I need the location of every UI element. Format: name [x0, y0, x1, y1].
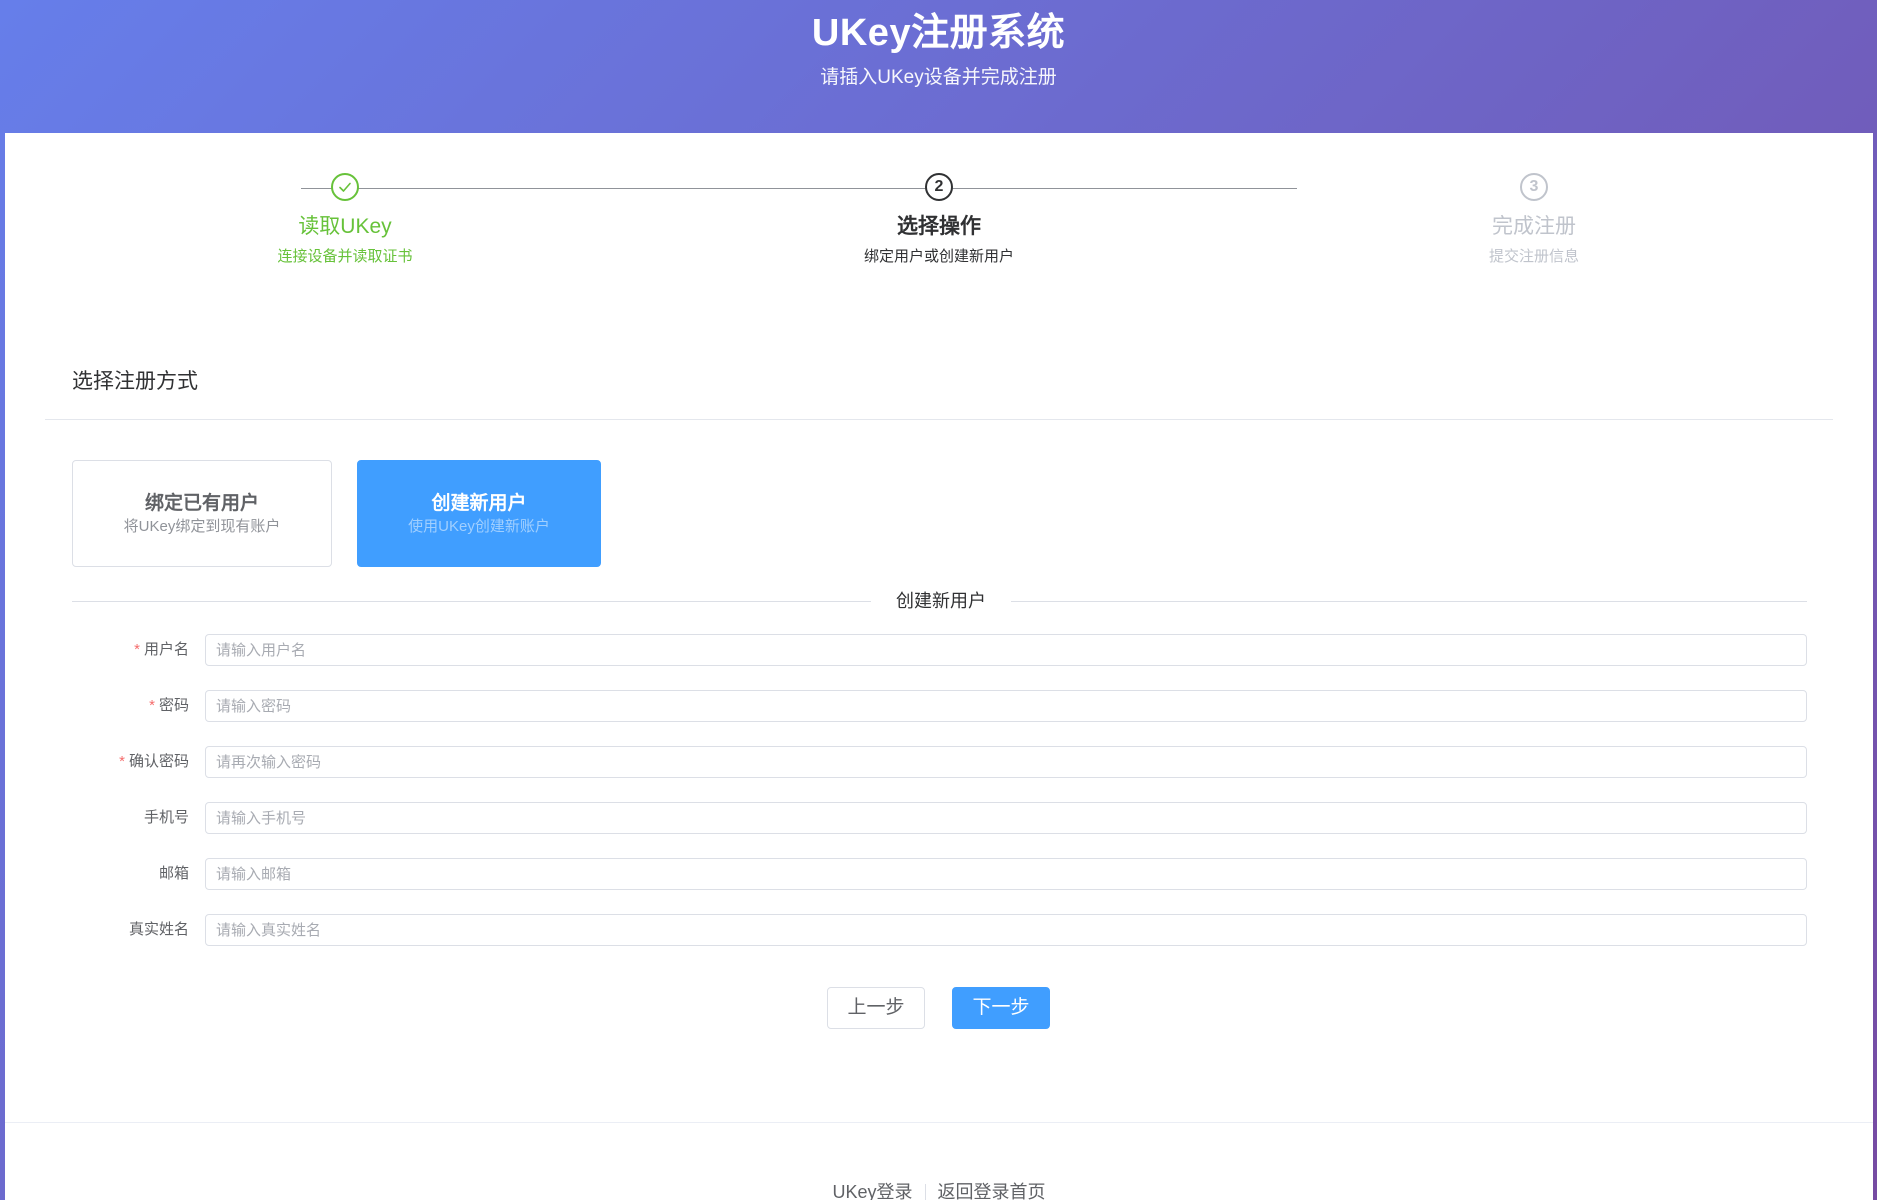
email-label: 邮箱: [158, 865, 189, 882]
section-divider: [45, 419, 1833, 420]
step-description: 绑定用户或创建新用户: [863, 248, 1014, 265]
option-subtitle: 将UKey绑定到现有账户: [123, 518, 281, 535]
form-divider-text: 创建新用户: [871, 588, 1011, 614]
registration-card: 读取UKey 连接设备并读取证书 2 选择操作 绑定用户或创建新用户 3 完成注…: [5, 133, 1873, 1200]
footer-links: UKey登录 返回登录首页: [5, 1180, 1873, 1200]
form-row-phone: 手机号: [5, 802, 1873, 834]
email-input[interactable]: [205, 858, 1807, 890]
form-row-username: * 用户名: [5, 634, 1873, 666]
real-name-input[interactable]: [205, 914, 1807, 946]
option-title: 绑定已有用户: [144, 493, 259, 514]
required-mark: *: [134, 641, 140, 658]
footer-divider: [5, 1122, 1873, 1123]
create-new-user-option[interactable]: 创建新用户 使用UKey创建新账户: [357, 460, 601, 567]
step-description: 提交注册信息: [1488, 248, 1579, 265]
step-title: 完成注册: [1492, 215, 1576, 238]
form-divider-right: [1011, 601, 1807, 602]
required-mark: *: [119, 753, 125, 770]
password-label: * 密码: [149, 697, 189, 714]
option-title: 创建新用户: [431, 493, 527, 514]
required-mark: *: [149, 697, 155, 714]
option-subtitle: 使用UKey创建新账户: [408, 518, 550, 535]
step-read-ukey: 读取UKey 连接设备并读取证书: [195, 173, 495, 267]
back-to-login-link[interactable]: 返回登录首页: [926, 1180, 1058, 1200]
step-complete: 3 完成注册 提交注册信息: [1384, 173, 1684, 267]
app-title: UKey注册系统: [811, 12, 1066, 54]
bind-existing-user-option[interactable]: 绑定已有用户 将UKey绑定到现有账户: [72, 460, 332, 567]
prev-step-button[interactable]: 上一步: [827, 987, 925, 1029]
form-row-confirm-password: * 确认密码: [5, 746, 1873, 778]
page-header: UKey注册系统 请插入UKey设备并完成注册: [0, 0, 1877, 133]
step-title: 读取UKey: [298, 215, 392, 238]
username-input[interactable]: [205, 634, 1807, 666]
phone-input[interactable]: [205, 802, 1807, 834]
form-row-password: * 密码: [5, 690, 1873, 722]
real-name-label: 真实姓名: [128, 921, 189, 938]
form-row-email: 邮箱: [5, 858, 1873, 890]
form-row-real-name: 真实姓名: [5, 914, 1873, 946]
password-input[interactable]: [205, 690, 1807, 722]
section-title: 选择注册方式: [72, 370, 198, 393]
confirm-password-input[interactable]: [205, 746, 1807, 778]
app-subtitle: 请插入UKey设备并完成注册: [820, 67, 1057, 88]
form-divider-left: [72, 601, 871, 602]
next-step-button[interactable]: 下一步: [952, 987, 1050, 1029]
phone-label: 手机号: [143, 809, 189, 826]
step-number: 2: [925, 173, 953, 201]
steps-progress: 读取UKey 连接设备并读取证书 2 选择操作 绑定用户或创建新用户 3 完成注…: [5, 133, 1873, 293]
username-label: * 用户名: [134, 641, 189, 658]
check-icon: [331, 173, 359, 201]
step-number: 3: [1520, 173, 1548, 201]
step-choose-action: 2 选择操作 绑定用户或创建新用户: [789, 173, 1089, 267]
step-description: 连接设备并读取证书: [277, 248, 413, 265]
confirm-password-label: * 确认密码: [119, 753, 189, 770]
step-title: 选择操作: [897, 215, 981, 238]
ukey-login-link[interactable]: UKey登录: [820, 1180, 924, 1200]
